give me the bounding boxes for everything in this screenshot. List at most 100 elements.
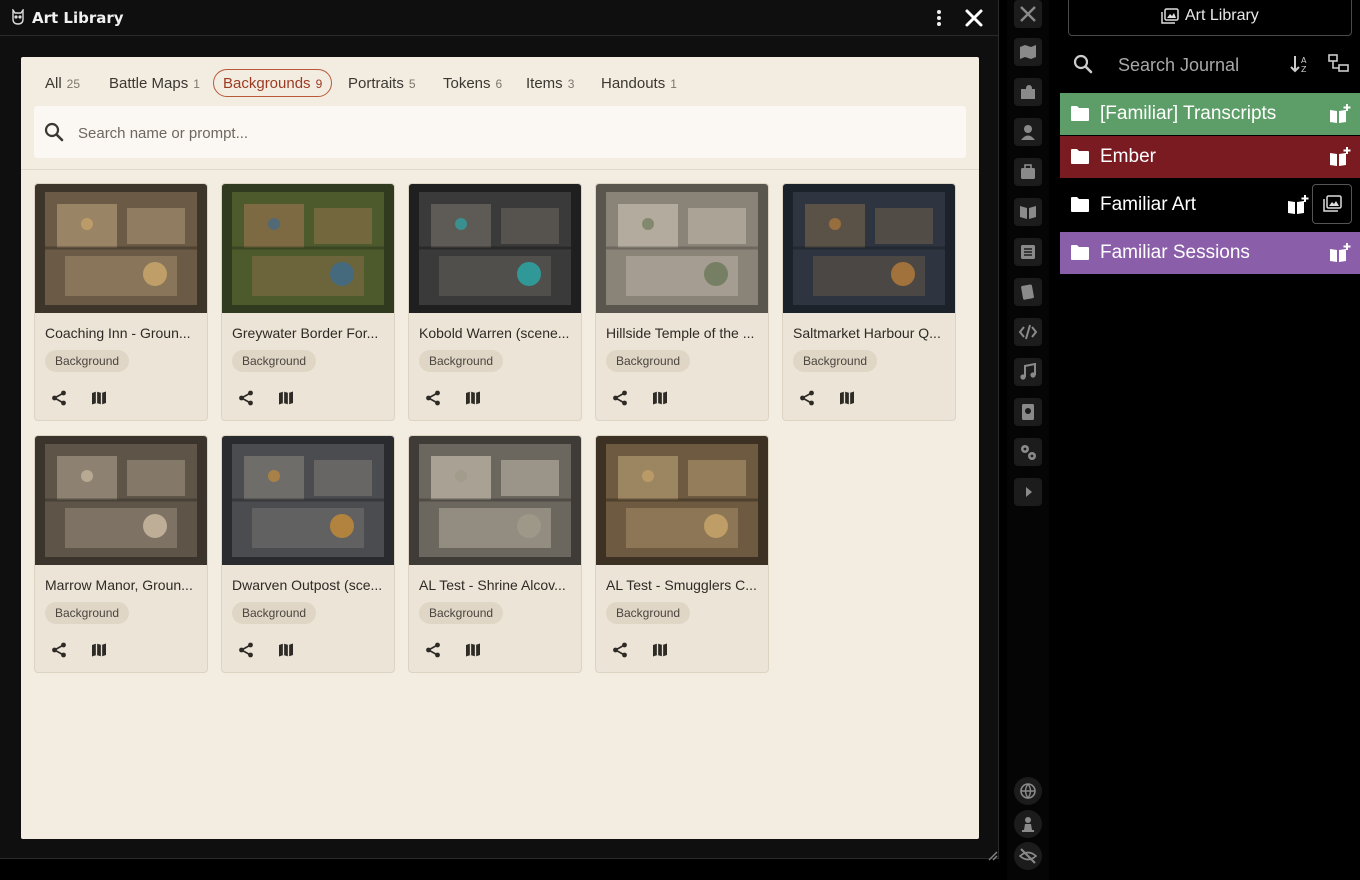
chess-pawn-icon[interactable] xyxy=(1014,810,1042,838)
resize-handle-icon[interactable] xyxy=(986,846,998,861)
tab-label: Items xyxy=(526,75,563,92)
art-card[interactable]: Kobold Warren (scene... Background xyxy=(408,183,582,421)
tab-portraits[interactable]: Portraits 5 xyxy=(338,69,426,97)
cards-icon[interactable] xyxy=(1014,278,1042,306)
play-icon[interactable] xyxy=(1014,478,1042,506)
crossed-swords-icon[interactable] xyxy=(1014,0,1042,28)
set-as-map-button[interactable] xyxy=(646,636,674,664)
suitcase-icon[interactable] xyxy=(1014,158,1042,186)
tab-handouts[interactable]: Handouts 1 xyxy=(591,69,687,97)
folder-icon xyxy=(1070,196,1090,217)
user-icon[interactable] xyxy=(1014,118,1042,146)
share-button[interactable] xyxy=(419,384,447,412)
map-icon[interactable] xyxy=(1014,38,1042,66)
share-button[interactable] xyxy=(793,384,821,412)
tab-items[interactable]: Items 3 xyxy=(516,69,584,97)
sort-icon[interactable]: A Z xyxy=(1290,54,1310,78)
list-icon[interactable] xyxy=(1014,238,1042,266)
art-card[interactable]: Dwarven Outpost (sce... Background xyxy=(221,435,395,673)
journal-folder[interactable]: [Familiar] Transcripts xyxy=(1060,93,1360,135)
art-title: Hillside Temple of the ... xyxy=(606,325,755,341)
set-as-map-button[interactable] xyxy=(85,636,113,664)
art-thumbnail[interactable] xyxy=(409,184,581,313)
art-card[interactable]: AL Test - Shrine Alcov... Background xyxy=(408,435,582,673)
eye-slash-icon[interactable] xyxy=(1014,842,1042,870)
set-as-map-button[interactable] xyxy=(272,636,300,664)
share-button[interactable] xyxy=(45,636,73,664)
art-thumbnail[interactable] xyxy=(596,184,768,313)
journal-sidebar: Art Library A Z [Familiar] Transcripts Em… xyxy=(1060,0,1360,880)
art-thumbnail[interactable] xyxy=(783,184,955,313)
compendium-icon[interactable] xyxy=(1014,398,1042,426)
art-thumbnail[interactable] xyxy=(35,184,207,313)
folder-icon xyxy=(1070,105,1090,126)
music-icon[interactable] xyxy=(1014,358,1042,386)
add-handout-icon[interactable] xyxy=(1286,194,1310,220)
art-thumbnail[interactable] xyxy=(222,436,394,565)
add-handout-icon[interactable] xyxy=(1328,242,1352,268)
art-card[interactable]: Saltmarket Harbour Q... Background xyxy=(782,183,956,421)
book-open-icon[interactable] xyxy=(1014,198,1042,226)
tab-all[interactable]: All 25 xyxy=(35,69,90,97)
art-card[interactable]: Greywater Border For... Background xyxy=(221,183,395,421)
tab-battle-maps[interactable]: Battle Maps 1 xyxy=(99,69,210,97)
art-thumbnail[interactable] xyxy=(35,436,207,565)
set-as-map-button[interactable] xyxy=(459,636,487,664)
add-handout-icon[interactable] xyxy=(1328,103,1352,129)
journal-folder[interactable]: Familiar Sessions xyxy=(1060,232,1360,274)
art-title: AL Test - Shrine Alcov... xyxy=(419,577,566,593)
tab-backgrounds[interactable]: Backgrounds 9 xyxy=(213,69,333,97)
set-as-map-button[interactable] xyxy=(85,384,113,412)
puzzle-icon[interactable] xyxy=(1014,78,1042,106)
svg-text:Z: Z xyxy=(1301,65,1307,74)
window-title: Art Library xyxy=(32,9,124,27)
art-title: Greywater Border For... xyxy=(232,325,379,341)
globe-icon[interactable] xyxy=(1014,777,1042,805)
tab-label: All xyxy=(45,75,62,92)
search-icon xyxy=(44,122,64,142)
set-as-map-button[interactable] xyxy=(272,384,300,412)
journal-search-input[interactable] xyxy=(1116,50,1280,80)
art-card[interactable]: Hillside Temple of the ... Background xyxy=(595,183,769,421)
art-thumbnail[interactable] xyxy=(596,436,768,565)
share-button[interactable] xyxy=(419,636,447,664)
close-icon[interactable] xyxy=(964,8,984,28)
set-as-map-button[interactable] xyxy=(459,384,487,412)
set-as-map-button[interactable] xyxy=(833,384,861,412)
tab-count: 3 xyxy=(567,77,575,91)
share-button[interactable] xyxy=(45,384,73,412)
art-card[interactable]: Coaching Inn - Groun... Background xyxy=(34,183,208,421)
art-card[interactable]: Marrow Manor, Groun... Background xyxy=(34,435,208,673)
share-button[interactable] xyxy=(606,384,634,412)
journal-folder[interactable]: Familiar Art xyxy=(1060,184,1360,226)
search-icon xyxy=(1073,54,1093,78)
share-button[interactable] xyxy=(606,636,634,664)
code-icon[interactable] xyxy=(1014,318,1042,346)
window-titlebar[interactable]: Art Library xyxy=(0,0,999,36)
art-title: AL Test - Smugglers C... xyxy=(606,577,757,593)
type-badge: Background xyxy=(606,350,691,372)
svg-text:A: A xyxy=(1301,56,1307,65)
tab-count: 5 xyxy=(408,77,416,91)
more-options-icon[interactable] xyxy=(932,9,946,27)
tab-count: 25 xyxy=(66,77,81,91)
art-title: Saltmarket Harbour Q... xyxy=(793,325,941,341)
art-thumbnail[interactable] xyxy=(409,436,581,565)
folder-name: Ember xyxy=(1100,146,1156,167)
gears-icon[interactable] xyxy=(1014,438,1042,466)
share-button[interactable] xyxy=(232,384,260,412)
share-button[interactable] xyxy=(232,636,260,664)
folder-art-button[interactable] xyxy=(1312,184,1352,224)
art-thumbnail[interactable] xyxy=(222,184,394,313)
category-tabs: All 25 Battle Maps 1 Backgrounds 9 Portrait… xyxy=(21,69,979,99)
art-card[interactable]: AL Test - Smugglers C... Background xyxy=(595,435,769,673)
set-as-map-button[interactable] xyxy=(646,384,674,412)
journal-folder[interactable]: Ember xyxy=(1060,136,1360,178)
tab-tokens[interactable]: Tokens 6 xyxy=(433,69,512,97)
add-handout-icon[interactable] xyxy=(1328,146,1352,172)
tab-label: Portraits xyxy=(348,75,404,92)
art-library-button[interactable]: Art Library xyxy=(1068,0,1352,36)
search-input[interactable] xyxy=(76,118,940,148)
tab-label: Battle Maps xyxy=(109,75,189,92)
folder-tree-icon[interactable] xyxy=(1328,54,1350,78)
